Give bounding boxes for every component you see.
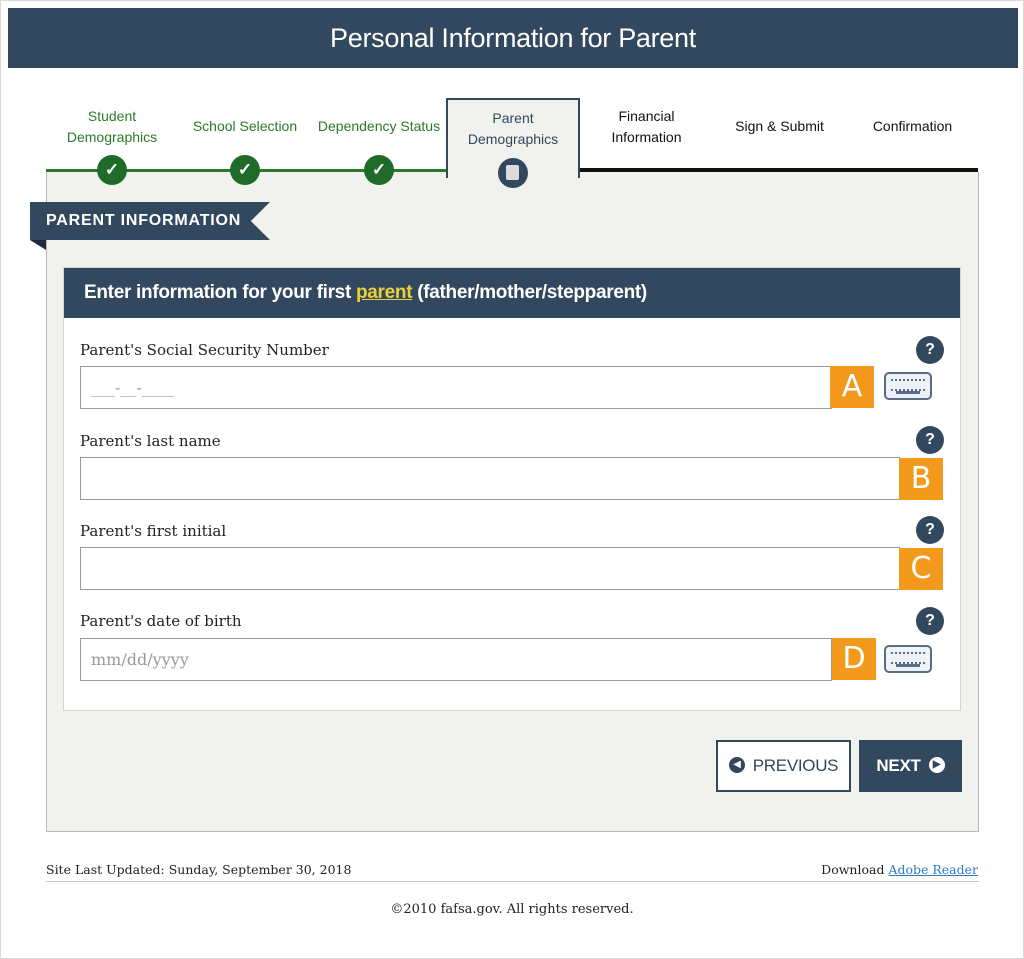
check-icon: ✓ [230,155,260,185]
step-parent-demographics[interactable]: Parent Demographics [446,98,580,188]
previous-label: PREVIOUS [752,756,839,775]
first-initial-input[interactable] [80,547,900,590]
footer-divider [46,881,979,882]
check-icon: ✓ [97,155,127,185]
keyboard-icon[interactable] [884,645,932,673]
next-button[interactable]: NEXT ▶ [859,740,962,792]
previous-button[interactable]: ◀ PREVIOUS [716,740,851,792]
marker-a: A [830,366,874,408]
copyright: ©2010 fafsa.gov. All rights reserved. [390,902,634,917]
step-student-demographics[interactable]: Student Demographics ✓ [46,98,178,185]
progress-steps: Student Demographics ✓ School Selection … [46,98,979,188]
arrow-right-icon: ▶ [928,757,945,774]
adobe-reader-link[interactable]: Adobe Reader [888,862,978,877]
marker-c: C [899,548,943,590]
page-title: Personal Information for Parent [8,8,1018,68]
help-icon[interactable]: ? [916,426,944,454]
step-dependency-status[interactable]: Dependency Status ✓ [312,98,446,185]
parent-info-card: Enter information for your first parent … [63,267,961,711]
step-label: School Selection [192,118,298,134]
help-icon[interactable]: ? [916,336,944,364]
step-label: Financial Information [611,108,682,145]
arrow-left-icon: ◀ [728,757,745,774]
step-financial-information[interactable]: Financial Information [580,98,713,174]
help-icon[interactable]: ? [916,516,944,544]
download-reader: Download Adobe Reader [821,862,978,877]
next-label: NEXT [876,756,921,775]
first-initial-label: Parent's first initial [80,522,227,540]
step-label: Student Demographics [66,108,158,145]
download-prefix: Download [821,862,889,877]
section-ribbon: PARENT INFORMATION [30,202,270,240]
step-label: Sign & Submit [735,118,824,134]
ssn-input[interactable]: ___-__-____ [80,366,832,409]
card-heading-suffix: (father/mother/stepparent) [412,282,647,303]
last-name-input[interactable] [80,457,900,500]
last-updated: Site Last Updated: Sunday, September 30,… [46,862,352,877]
step-label: Dependency Status [317,118,441,134]
parent-link[interactable]: parent [356,282,413,303]
card-heading: Enter information for your first parent … [64,268,960,318]
step-sign-submit[interactable]: Sign & Submit [713,98,846,174]
keyboard-icon[interactable] [884,372,932,400]
step-label: Parent Demographics [467,110,559,147]
marker-d: D [832,638,876,680]
card-heading-prefix: Enter information for your first [84,282,356,303]
help-icon[interactable]: ? [916,607,944,635]
marker-b: B [899,458,943,500]
step-school-selection[interactable]: School Selection ✓ [178,98,312,185]
step-label: Confirmation [872,118,953,134]
dob-label: Parent's date of birth [80,612,242,630]
check-icon: ✓ [364,155,394,185]
ssn-label: Parent's Social Security Number [80,341,329,359]
last-name-label: Parent's last name [80,432,221,450]
document-icon [498,158,528,188]
step-confirmation[interactable]: Confirmation [846,98,979,174]
dob-input[interactable]: mm/dd/yyyy [80,638,832,681]
